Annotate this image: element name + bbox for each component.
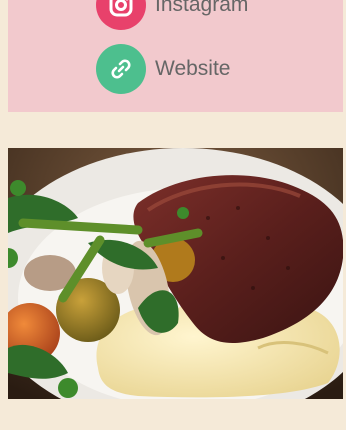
social-links-card: Instagram Website: [8, 0, 343, 112]
instagram-link[interactable]: Instagram: [96, 0, 248, 30]
instagram-label: Instagram: [155, 0, 249, 16]
link-icon: [96, 44, 146, 94]
website-label: Website: [155, 57, 231, 80]
food-photo: [8, 148, 343, 399]
website-link[interactable]: Website: [96, 44, 230, 94]
instagram-icon: [96, 0, 146, 30]
